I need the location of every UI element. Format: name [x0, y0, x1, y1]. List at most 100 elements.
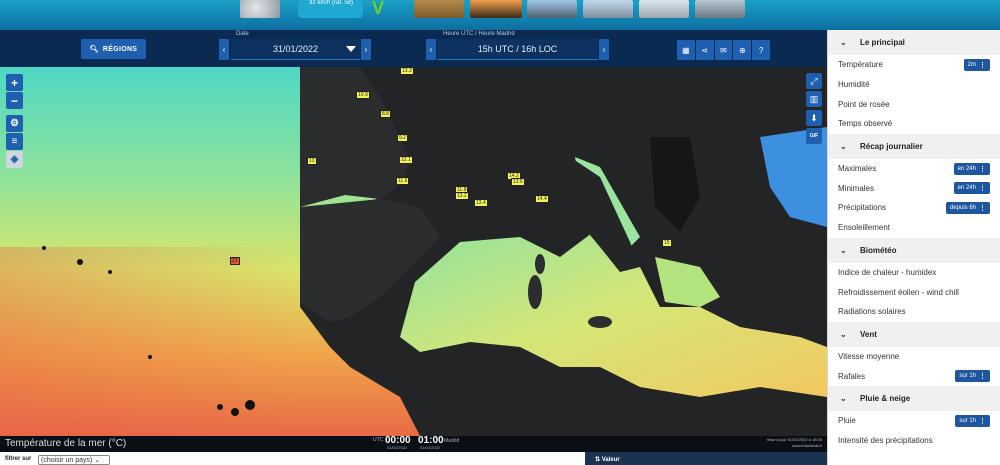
sea-temperature-map[interactable]: + − ⚙ ≡ ◈ ⤢ ▥ ⬇ GIF 13.3 10.9 8.8 9.2 13…	[0, 67, 827, 436]
chevron-down-icon: ⌄	[840, 38, 847, 47]
panel-item[interactable]: Humidité	[828, 75, 1000, 95]
island-azores	[77, 259, 83, 265]
sst-label[interactable]: 21	[230, 257, 240, 265]
photo-thumbnail[interactable]	[695, 0, 745, 18]
panel-item[interactable]: Intensité des précipitations	[828, 431, 1000, 451]
photo-thumbnail[interactable]	[470, 0, 522, 18]
panel-item-label: Rafales	[838, 371, 866, 381]
country-select[interactable]: (choisir un pays) ⌄	[38, 455, 110, 465]
panel-item[interactable]: Refroidissement éolien - wind chill	[828, 282, 1000, 302]
panel-item[interactable]: Minimales en 24h ⋮	[828, 178, 1000, 198]
section-header[interactable]: ⌄ Vent	[828, 321, 1000, 347]
date-next-button[interactable]: ›	[361, 39, 371, 60]
share-icon[interactable]: ⋖	[695, 40, 714, 60]
panel-item[interactable]: Radiations solaires	[828, 302, 1000, 322]
sst-label[interactable]: 13.6	[511, 178, 525, 186]
panel-item[interactable]: Point de rosée	[828, 94, 1000, 114]
sst-label[interactable]: 15	[662, 239, 672, 247]
photo-thumbnail[interactable]	[583, 0, 633, 18]
period-pill-label: en 24h	[957, 165, 976, 172]
date-select[interactable]: 31/01/2022	[231, 39, 360, 60]
period-pill[interactable]: sur 1h ⋮	[955, 414, 990, 427]
building-icon[interactable]: ▥	[806, 91, 822, 107]
sst-label[interactable]: 11.6	[396, 177, 410, 185]
panel-item[interactable]: Rafales sur 1h ⋮	[828, 366, 1000, 386]
panel-item[interactable]: Indice de chaleur - humidex	[828, 263, 1000, 283]
photo-thumbnail[interactable]	[639, 0, 689, 18]
panel-item[interactable]: Température 2m ⋮	[828, 55, 1000, 75]
zoom-out-button[interactable]: −	[6, 92, 23, 109]
period-pill[interactable]: depuis 6h ⋮	[945, 202, 990, 215]
photo-thumbnail[interactable]	[527, 0, 577, 18]
bottom-filter-bar: filtrer sur (choisir un pays) ⌄ ⇅ Valeur	[0, 452, 827, 465]
wind-thumbnail[interactable]: 32 km/h (raf. 58)	[298, 0, 363, 18]
period-pill[interactable]: en 24h ⋮	[953, 182, 990, 195]
search-icon: 🔍︎	[89, 46, 99, 53]
period-pill-label: en 24h	[957, 185, 976, 192]
layers-icon[interactable]: ◈	[6, 151, 23, 168]
island-sicily	[588, 316, 612, 328]
map-canvas	[0, 67, 827, 436]
sst-label[interactable]: 13	[307, 157, 317, 165]
filter-icon[interactable]: ≡	[6, 133, 23, 150]
photo-thumbnail[interactable]	[414, 0, 464, 18]
message-icon[interactable]: ✉	[714, 40, 733, 60]
section-title: Récap journalier	[860, 141, 923, 151]
value-column-header[interactable]: ⇅ Valeur	[585, 452, 827, 465]
date-prev-button[interactable]: ‹	[219, 39, 229, 60]
wind-badge-text: 32 km/h (raf. 58)	[308, 0, 353, 6]
globe-icon[interactable]: ⊕	[733, 40, 752, 60]
download-icon[interactable]: ⬇	[806, 110, 822, 126]
section-title: Vent	[860, 329, 877, 339]
panel-item[interactable]: Pluie sur 1h ⋮	[828, 411, 1000, 431]
map-footer: Température de la mer (°C) UTC 00:00 01/…	[0, 435, 827, 452]
hour-next-button[interactable]: ›	[599, 39, 609, 60]
sst-label[interactable]: 9.2	[397, 134, 408, 142]
hour-select[interactable]: 15h UTC / 16h LOC	[437, 39, 598, 60]
weather-thumbnail[interactable]	[240, 0, 280, 18]
sst-label[interactable]: 14.4	[535, 195, 549, 203]
top-strip: 32 km/h (raf. 58) V	[0, 0, 1000, 30]
panel-item[interactable]: Maximales en 24h ⋮	[828, 159, 1000, 179]
sst-label[interactable]: 13.2	[455, 192, 469, 200]
period-pill[interactable]: 2m ⋮	[963, 59, 990, 71]
more-dots-icon: ⋮	[979, 417, 986, 425]
date-field-label: Date	[236, 31, 249, 37]
sst-label[interactable]: 8.8	[380, 110, 391, 118]
period-pill[interactable]: sur 1h ⋮	[955, 370, 990, 383]
period-pill[interactable]: en 24h ⋮	[953, 162, 990, 175]
settings-gear-icon[interactable]: ⚙	[6, 115, 23, 132]
chevron-down-icon: ⌄	[840, 393, 847, 403]
section-title: Pluie & neige	[860, 393, 911, 403]
help-icon[interactable]: ?	[752, 40, 770, 60]
sst-label[interactable]: 10.9	[356, 91, 370, 99]
sst-label[interactable]: 13.3	[400, 67, 414, 75]
more-dots-icon: ⋮	[979, 62, 986, 69]
more-dots-icon: ⋮	[979, 205, 986, 213]
regions-label: RÉGIONS	[102, 45, 138, 53]
zoom-in-button[interactable]: +	[6, 74, 23, 91]
v-logo-thumbnail[interactable]: V	[368, 0, 408, 18]
caret-down-icon	[346, 46, 356, 52]
panel-item-label: Ensoleillement	[838, 223, 891, 233]
toolbar-icon-group: ▦ ⋖ ✉ ⊕ ?	[677, 40, 770, 60]
panel-item[interactable]: Ensoleillement	[828, 218, 1000, 238]
gif-button[interactable]: GIF	[806, 128, 822, 144]
panel-item-label: Précipitations	[838, 203, 887, 213]
section-header[interactable]: ⌄ Biométéo	[828, 237, 1000, 263]
fullscreen-icon[interactable]: ⤢	[806, 73, 822, 89]
calendar-icon[interactable]: ▦	[677, 40, 695, 60]
panel-item[interactable]: Précipitations depuis 6h ⋮	[828, 198, 1000, 218]
section-header[interactable]: ⌄ Récap journalier	[828, 133, 1000, 159]
regions-button[interactable]: 🔍︎ RÉGIONS	[81, 39, 146, 59]
sst-label[interactable]: 13.4	[474, 199, 488, 207]
section-header[interactable]: ⌄ Le principal	[828, 30, 1000, 55]
more-dots-icon: ⋮	[979, 373, 986, 381]
section-header[interactable]: ⌄ Pluie & neige	[828, 385, 1000, 411]
panel-item[interactable]: Vitesse moyenne	[828, 347, 1000, 367]
panel-item[interactable]: Temps observé	[828, 114, 1000, 134]
island-azores	[108, 270, 112, 274]
hour-prev-button[interactable]: ‹	[426, 39, 436, 60]
utc-date: 01/02/2022	[387, 445, 408, 450]
sst-label[interactable]: 12.1	[399, 156, 413, 164]
